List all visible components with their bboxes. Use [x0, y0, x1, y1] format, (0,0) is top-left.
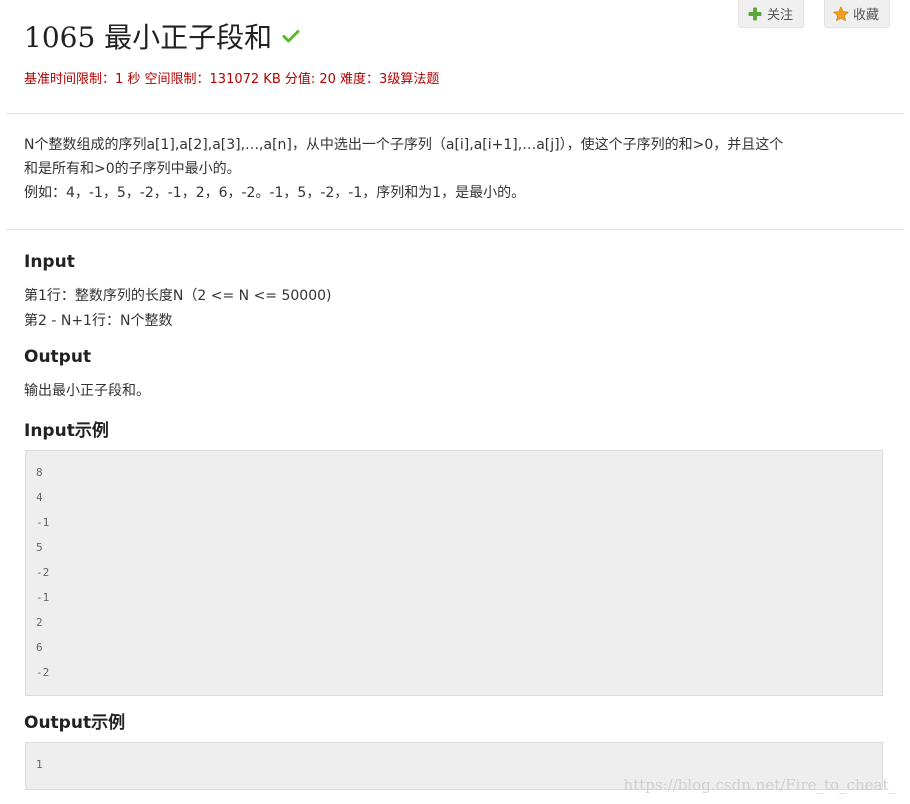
input-example-box[interactable]: 8 4 -1 5 -2 -1 2 6 -2 — [25, 450, 883, 696]
input-example-heading: Input示例 — [24, 421, 109, 441]
divider — [6, 113, 904, 114]
problem-description: N个整数组成的序列a[1],a[2],a[3],…,a[n]，从中选出一个子序列… — [24, 133, 884, 205]
input-line: 第1行：整数序列的长度N（2 <= N <= 50000) — [24, 288, 332, 304]
description-line: N个整数组成的序列a[1],a[2],a[3],…,a[n]，从中选出一个子序列… — [24, 137, 784, 153]
check-icon — [282, 27, 300, 45]
plus-icon — [747, 6, 763, 22]
input-description: 第1行：整数序列的长度N（2 <= N <= 50000) 第2 - N+1行：… — [24, 284, 331, 334]
limits-info: 基准时间限制：1 秒 空间限制：131072 KB 分值: 20 难度：3级算法… — [24, 72, 440, 87]
input-line: 第2 - N+1行：N个整数 — [24, 313, 173, 329]
star-icon — [833, 5, 849, 22]
favorite-button-label: 收藏 — [852, 8, 879, 23]
output-heading: Output — [24, 347, 92, 367]
code-line: -1 — [36, 591, 50, 604]
description-line: 例如：4，-1，5，-2，-1，2，6，-2。-1，5，-2，-1，序列和为1，… — [24, 185, 526, 201]
code-line: 6 — [36, 641, 43, 654]
input-heading: Input — [24, 252, 75, 272]
page-title: 1065 最小正子段和 — [24, 21, 273, 54]
favorite-button[interactable]: 收藏 — [823, 0, 890, 28]
output-line: 输出最小正子段和。 — [24, 383, 150, 399]
code-line: -2 — [36, 566, 50, 579]
code-line: 8 — [36, 466, 43, 479]
output-example-heading: Output示例 — [24, 713, 126, 733]
code-line: -2 — [36, 666, 50, 679]
follow-button[interactable]: 关注 — [737, 0, 804, 28]
watermark: https://blog.csdn.net/Fire_to_cheat_ — [623, 776, 896, 794]
divider — [6, 229, 904, 230]
code-line: 2 — [36, 616, 43, 629]
code-line: 4 — [36, 491, 43, 504]
action-buttons: 关注 收藏 — [737, 0, 890, 28]
title-row: 1065 最小正子段和 — [24, 16, 300, 56]
code-line: -1 — [36, 516, 50, 529]
description-line: 和是所有和>0的子序列中最小的。 — [24, 161, 241, 177]
follow-button-label: 关注 — [766, 8, 793, 23]
output-description: 输出最小正子段和。 — [24, 379, 150, 404]
code-line: 5 — [36, 541, 43, 554]
